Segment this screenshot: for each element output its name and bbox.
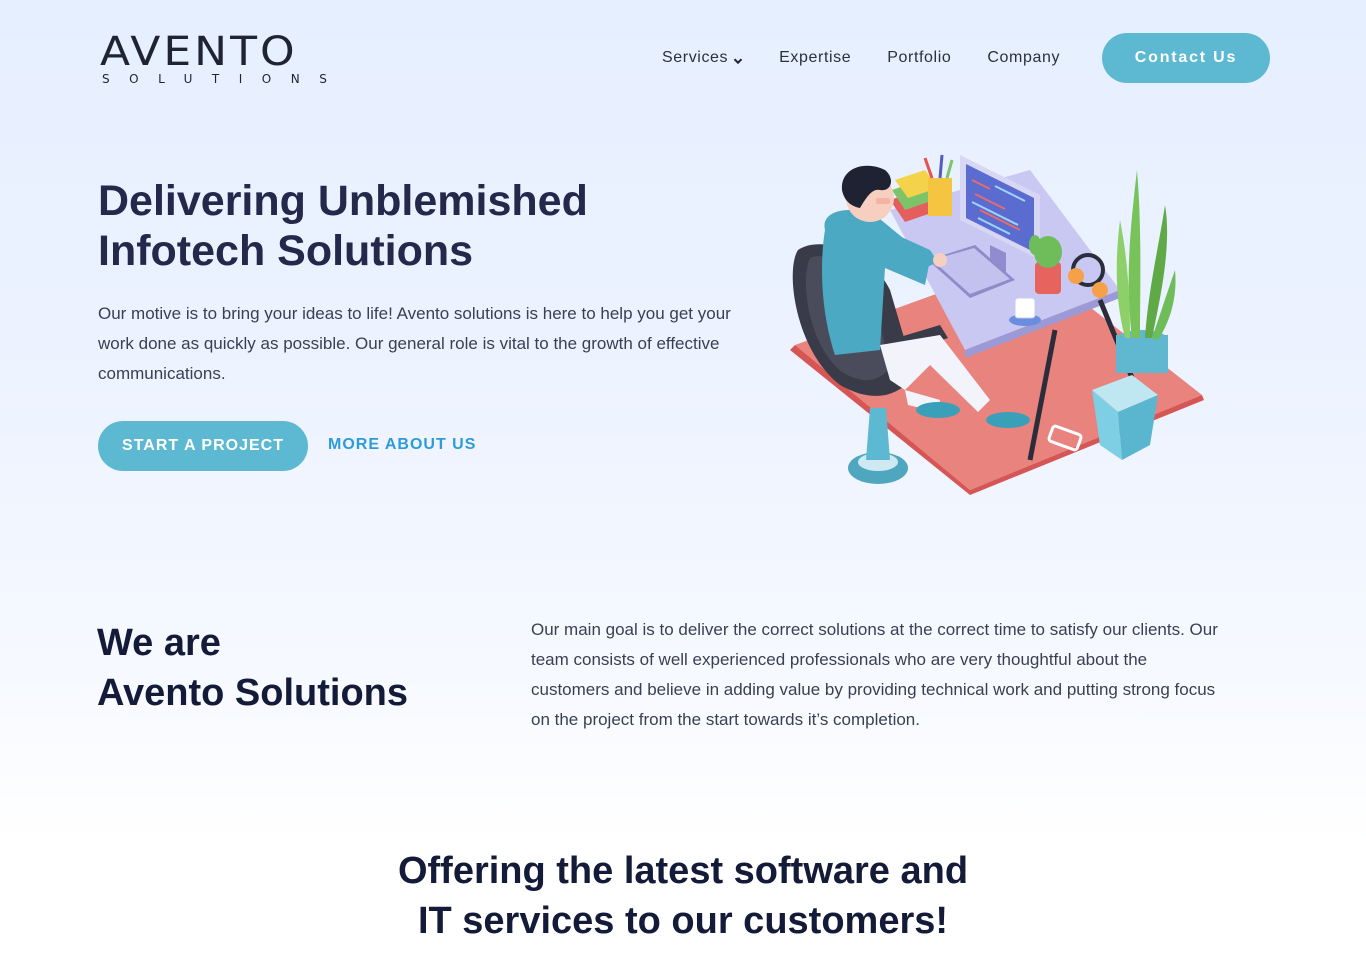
hero-description: Our motive is to bring your ideas to lif…: [98, 304, 731, 383]
about-description: Our main goal is to deliver the correct …: [531, 620, 1218, 729]
logo-tagline: SOLUTIONS: [102, 72, 347, 86]
more-about-us-link[interactable]: MORE ABOUT US: [328, 436, 476, 458]
nav-item-company[interactable]: Company: [987, 46, 1060, 70]
hero-title: Delivering Unblemished Infotech Solution…: [98, 176, 718, 276]
chevron-down-icon: [733, 53, 743, 65]
nav-item-portfolio[interactable]: Portfolio: [887, 46, 951, 70]
nav-item-label: Services: [662, 49, 729, 66]
nav-item-services[interactable]: Services: [662, 46, 743, 70]
about-title-line2: Avento Solutions: [97, 672, 409, 714]
about-title-line1: We are: [97, 622, 221, 664]
developer-at-desk-illustration: [780, 150, 1210, 495]
start-project-button[interactable]: START A PROJECT: [98, 421, 308, 471]
offer-title-line1: Offering the latest software and: [397, 850, 969, 892]
main-nav: Services Expertise Portfolio Company: [662, 46, 1096, 70]
offer-title: Offering the latest software and IT serv…: [283, 846, 1083, 946]
avento-logo[interactable]: AVENTO SOLUTIONS: [100, 26, 327, 88]
about-title: We are Avento Solutions: [97, 618, 477, 718]
hero-title-line1: Delivering Unblemished: [98, 177, 588, 225]
site-header: AVENTO SOLUTIONS Services Expertise Port…: [0, 0, 1366, 118]
hero-title-line2: Infotech Solutions: [98, 227, 474, 275]
nav-item-expertise[interactable]: Expertise: [779, 46, 851, 70]
logo-wordmark: AVENTO: [100, 28, 298, 75]
contact-us-button[interactable]: Contact Us: [1102, 33, 1270, 83]
offer-title-line2: IT services to our customers!: [417, 900, 949, 942]
